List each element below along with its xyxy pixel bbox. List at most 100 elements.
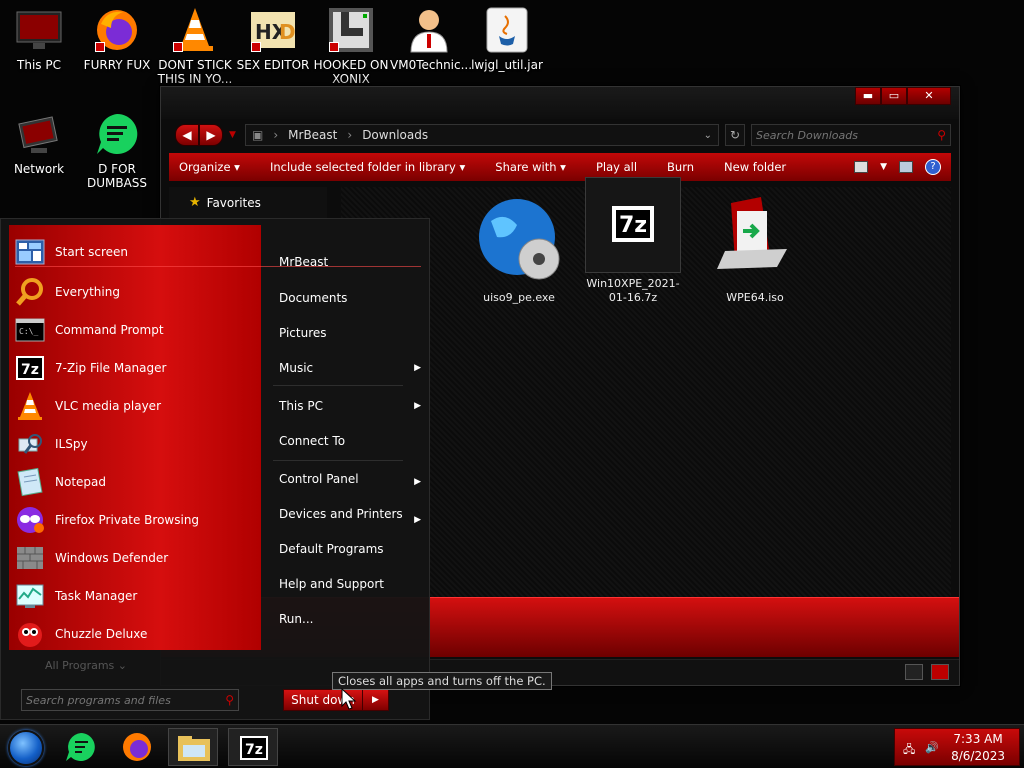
nav-favorites[interactable]: ★ Favorites — [189, 195, 261, 210]
file-name: WPE64.iso — [726, 291, 784, 304]
desktop-icon-network[interactable]: Network — [0, 110, 78, 176]
file-item-win10xpe[interactable]: 7z Win10XPE_2021-01-16.7z — [585, 177, 681, 305]
place-pictures[interactable]: Pictures — [279, 326, 327, 340]
include-in-library-menu[interactable]: Include selected folder in library ▾ — [270, 160, 465, 174]
desktop-icon-hooked-on-xonix[interactable]: HOOKED ON XONIX — [312, 6, 390, 86]
desktop-icon-vm0technic[interactable]: VM0Technic... — [390, 6, 472, 72]
program-item-7-zip-file-manager[interactable]: 7z 7-Zip File Manager ▶ — [15, 351, 421, 385]
place-devices-and-printers[interactable]: Devices and Printers — [279, 507, 403, 521]
place-default-programs[interactable]: Default Programs — [279, 542, 384, 556]
file-item-wpe64[interactable]: WPE64.iso — [707, 191, 803, 305]
7zip-icon: 7z — [240, 736, 268, 760]
program-item-chuzzle-deluxe[interactable]: Chuzzle Deluxe — [15, 617, 421, 651]
magnifier-icon — [15, 277, 45, 307]
desktop-icon-furry-fux[interactable]: FURRY FUX — [78, 6, 156, 72]
doctor-avatar-icon — [405, 6, 453, 54]
taskbar-app-file-explorer[interactable] — [168, 728, 218, 766]
program-item-ilspy[interactable]: ILSpy — [15, 427, 421, 461]
place-documents[interactable]: Documents — [279, 291, 347, 305]
submenu-arrow-icon[interactable]: ▶ — [414, 401, 421, 411]
details-view-icon[interactable] — [905, 664, 923, 680]
svg-text:7z: 7z — [619, 213, 647, 238]
play-all-button[interactable]: Play all — [596, 160, 637, 174]
file-item-uiso9[interactable]: uiso9_pe.exe — [471, 191, 567, 305]
submenu-arrow-icon[interactable]: ▶ — [414, 515, 421, 525]
chevron-right-icon[interactable]: › — [347, 128, 352, 142]
shortcut-badge-icon — [251, 42, 261, 52]
program-item-label: Task Manager — [55, 589, 138, 603]
refresh-button[interactable]: ↻ — [725, 124, 745, 146]
share-with-menu[interactable]: Share with ▾ — [495, 160, 566, 174]
globe-disc-icon — [471, 191, 567, 287]
place-this-pc[interactable]: This PC — [279, 399, 323, 413]
close-button[interactable]: ✕ — [907, 87, 951, 105]
explorer-titlebar[interactable]: ▬ ▭ ✕ — [161, 87, 959, 119]
program-item-everything[interactable]: Everything — [15, 275, 421, 309]
help-icon[interactable]: ? — [925, 159, 941, 175]
clock[interactable]: 7:33 AM 8/6/2023 — [951, 731, 1005, 765]
program-item-command-prompt[interactable]: C:\_ Command Prompt — [15, 313, 421, 347]
program-item-vlc-media-player[interactable]: VLC media player ▶ — [15, 389, 421, 423]
shutdown-tooltip: Closes all apps and turns off the PC. — [332, 672, 552, 690]
chevron-right-icon[interactable]: › — [273, 128, 278, 142]
svg-text:C:\_: C:\_ — [19, 327, 38, 336]
view-dropdown-icon[interactable]: ▼ — [880, 162, 887, 172]
place-mrbeast[interactable]: MrBeast — [279, 255, 328, 269]
chevron-down-icon: ⌄ — [117, 659, 127, 672]
submenu-arrow-icon[interactable]: ▶ — [414, 477, 421, 487]
maximize-button[interactable]: ▭ — [881, 87, 907, 105]
burn-button[interactable]: Burn — [667, 160, 694, 174]
change-view-icon[interactable] — [854, 161, 869, 173]
search-icon[interactable]: ⚲ — [937, 128, 946, 142]
new-folder-button[interactable]: New folder — [724, 160, 786, 174]
desktop-icon-sex-editor[interactable]: HX D SEX EDITOR — [234, 6, 312, 72]
breadcrumb-downloads[interactable]: Downloads — [362, 128, 428, 142]
notepad-icon — [15, 467, 45, 497]
address-dropdown-icon[interactable]: ⌄ — [704, 130, 712, 141]
view-controls: ▼ ? — [854, 159, 941, 175]
desktop-icon-d-for-dumbass[interactable]: D FOR DUMBASS — [78, 110, 156, 190]
file-list: uiso9_pe.exe 7z Win10XPE_2021-01-16.7z W… — [341, 177, 951, 597]
desktop-icon-this-pc[interactable]: This PC — [0, 6, 78, 72]
desktop-icon-lwjgl-util[interactable]: lwjgl_util.jar — [468, 6, 546, 72]
program-item-label: ILSpy — [55, 437, 88, 451]
large-icons-view-icon[interactable] — [931, 664, 949, 680]
back-forward-group: ◀ ▶ — [175, 124, 223, 146]
volume-icon[interactable]: 🔊 — [925, 741, 941, 755]
place-connect-to[interactable]: Connect To — [279, 434, 345, 448]
place-run[interactable]: Run... — [279, 612, 313, 626]
program-item-label: Command Prompt — [55, 323, 164, 337]
search-icon[interactable]: ⚲ — [225, 693, 234, 707]
address-bar[interactable]: ▣ › MrBeast › Downloads ⌄ — [245, 124, 719, 146]
place-help-and-support[interactable]: Help and Support — [279, 577, 384, 591]
submenu-arrow-icon[interactable]: ▶ — [414, 363, 421, 373]
java-icon — [483, 6, 531, 54]
preview-pane-icon[interactable] — [899, 161, 913, 173]
start-search-input[interactable] — [26, 693, 226, 707]
star-icon: ★ — [189, 195, 201, 210]
organize-menu[interactable]: Organize ▾ — [179, 160, 240, 174]
program-item-notepad[interactable]: Notepad ▶ — [15, 465, 421, 499]
network-tray-icon[interactable]: 🖧 — [903, 741, 919, 756]
taskbar-app-firefox[interactable] — [112, 728, 162, 766]
7zip-icon: 7z — [585, 177, 681, 273]
desktop-icon-dont-stick[interactable]: DONT STICK THIS IN YO... — [156, 6, 234, 86]
shutdown-options-button[interactable]: ▶ — [363, 689, 389, 711]
breadcrumb-mrbeast[interactable]: MrBeast — [288, 128, 337, 142]
taskbar-app-7zip[interactable]: 7z — [228, 728, 278, 766]
place-music[interactable]: Music — [279, 361, 313, 375]
search-downloads-input[interactable] — [756, 128, 938, 142]
minimize-button[interactable]: ▬ — [855, 87, 881, 105]
start-button[interactable] — [8, 730, 44, 766]
program-item-start-screen[interactable]: Start screen — [15, 235, 421, 269]
start-screen-icon — [15, 237, 45, 267]
program-item-label: Firefox Private Browsing — [55, 513, 200, 527]
xonix-game-icon — [327, 6, 375, 54]
taskbar-app-chat[interactable] — [56, 728, 106, 766]
forward-button[interactable]: ▶ — [199, 124, 223, 146]
back-button[interactable]: ◀ — [175, 124, 199, 146]
monitor-icon — [15, 6, 63, 54]
recent-pages-arrow-icon[interactable]: ▼ — [229, 130, 239, 140]
all-programs[interactable]: All Programs ⌄ — [45, 659, 127, 672]
place-control-panel[interactable]: Control Panel — [279, 472, 359, 486]
